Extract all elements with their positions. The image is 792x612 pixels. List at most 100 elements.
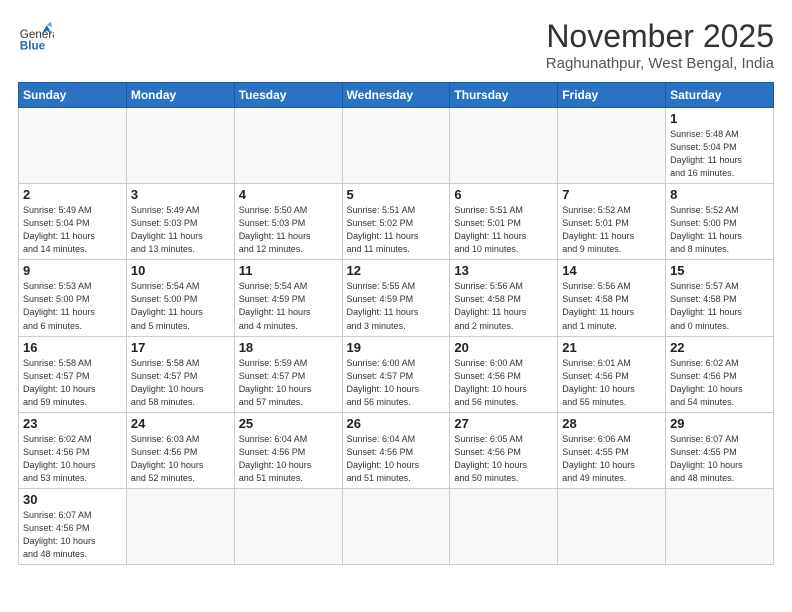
day-info: Sunrise: 5:55 AM Sunset: 4:59 PM Dayligh… (347, 280, 446, 332)
calendar-cell: 9 Sunrise: 5:53 AM Sunset: 5:00 PM Daylig… (19, 260, 127, 336)
day-info: Sunrise: 6:00 AM Sunset: 4:57 PM Dayligh… (347, 357, 446, 409)
day-number: 16 (23, 340, 122, 355)
day-info: Sunrise: 6:05 AM Sunset: 4:56 PM Dayligh… (454, 433, 553, 485)
day-info: Sunrise: 5:52 AM Sunset: 5:00 PM Dayligh… (670, 204, 769, 256)
calendar-cell: 14 Sunrise: 5:56 AM Sunset: 4:58 PM Dayli… (558, 260, 666, 336)
calendar-cell: 1Sunrise: 5:48 AM Sunset: 5:04 PM Daylig… (666, 108, 774, 184)
title-block: November 2025 Raghunathpur, West Bengal,… (546, 18, 774, 72)
day-info: Sunrise: 5:56 AM Sunset: 4:58 PM Dayligh… (562, 280, 661, 332)
day-info: Sunrise: 5:56 AM Sunset: 4:58 PM Dayligh… (454, 280, 553, 332)
day-info: Sunrise: 5:52 AM Sunset: 5:01 PM Dayligh… (562, 204, 661, 256)
day-info: Sunrise: 5:59 AM Sunset: 4:57 PM Dayligh… (239, 357, 338, 409)
day-info: Sunrise: 5:58 AM Sunset: 4:57 PM Dayligh… (131, 357, 230, 409)
day-info: Sunrise: 6:06 AM Sunset: 4:55 PM Dayligh… (562, 433, 661, 485)
calendar-week-4: 23Sunrise: 6:02 AM Sunset: 4:56 PM Dayli… (19, 412, 774, 488)
day-number: 2 (23, 187, 122, 202)
logo: General Blue (18, 18, 54, 54)
calendar-cell: 15Sunrise: 5:57 AM Sunset: 4:58 PM Dayli… (666, 260, 774, 336)
calendar-cell: 24 Sunrise: 6:03 AM Sunset: 4:56 PM Dayli… (126, 412, 234, 488)
day-info: Sunrise: 5:58 AM Sunset: 4:57 PM Dayligh… (23, 357, 122, 409)
calendar-cell: 26Sunrise: 6:04 AM Sunset: 4:56 PM Dayli… (342, 412, 450, 488)
calendar-week-0: 1Sunrise: 5:48 AM Sunset: 5:04 PM Daylig… (19, 108, 774, 184)
day-number: 27 (454, 416, 553, 431)
day-info: Sunrise: 6:01 AM Sunset: 4:56 PM Dayligh… (562, 357, 661, 409)
day-info: Sunrise: 5:54 AM Sunset: 5:00 PM Dayligh… (131, 280, 230, 332)
calendar-cell (342, 488, 450, 564)
day-info: Sunrise: 5:50 AM Sunset: 5:03 PM Dayligh… (239, 204, 338, 256)
svg-text:Blue: Blue (20, 40, 46, 53)
day-info: Sunrise: 5:49 AM Sunset: 5:04 PM Dayligh… (23, 204, 122, 256)
day-number: 24 (131, 416, 230, 431)
day-info: Sunrise: 6:03 AM Sunset: 4:56 PM Dayligh… (131, 433, 230, 485)
day-info: Sunrise: 6:04 AM Sunset: 4:56 PM Dayligh… (347, 433, 446, 485)
day-number: 4 (239, 187, 338, 202)
day-number: 18 (239, 340, 338, 355)
calendar-cell: 28 Sunrise: 6:06 AM Sunset: 4:55 PM Dayli… (558, 412, 666, 488)
day-info: Sunrise: 6:04 AM Sunset: 4:56 PM Dayligh… (239, 433, 338, 485)
day-number: 19 (347, 340, 446, 355)
calendar-cell (234, 108, 342, 184)
day-number: 30 (23, 492, 122, 507)
calendar-cell: 7Sunrise: 5:52 AM Sunset: 5:01 PM Daylig… (558, 184, 666, 260)
month-year: November 2025 (546, 18, 774, 55)
calendar-cell: 11 Sunrise: 5:54 AM Sunset: 4:59 PM Dayli… (234, 260, 342, 336)
day-info: Sunrise: 6:02 AM Sunset: 4:56 PM Dayligh… (670, 357, 769, 409)
generalblue-logo-icon: General Blue (18, 18, 54, 54)
calendar-cell: 5 Sunrise: 5:51 AM Sunset: 5:02 PM Daylig… (342, 184, 450, 260)
day-number: 8 (670, 187, 769, 202)
day-number: 9 (23, 263, 122, 278)
calendar-cell: 25 Sunrise: 6:04 AM Sunset: 4:56 PM Dayli… (234, 412, 342, 488)
day-number: 29 (670, 416, 769, 431)
calendar-cell (126, 108, 234, 184)
day-number: 17 (131, 340, 230, 355)
calendar-cell: 8 Sunrise: 5:52 AM Sunset: 5:00 PM Daylig… (666, 184, 774, 260)
calendar-cell (558, 108, 666, 184)
day-info: Sunrise: 5:54 AM Sunset: 4:59 PM Dayligh… (239, 280, 338, 332)
day-number: 14 (562, 263, 661, 278)
day-info: Sunrise: 5:51 AM Sunset: 5:01 PM Dayligh… (454, 204, 553, 256)
calendar-cell: 22 Sunrise: 6:02 AM Sunset: 4:56 PM Dayli… (666, 336, 774, 412)
calendar-cell: 27 Sunrise: 6:05 AM Sunset: 4:56 PM Dayli… (450, 412, 558, 488)
weekday-header-tuesday: Tuesday (234, 83, 342, 108)
day-number: 5 (347, 187, 446, 202)
calendar-cell: 13Sunrise: 5:56 AM Sunset: 4:58 PM Dayli… (450, 260, 558, 336)
calendar-cell: 20Sunrise: 6:00 AM Sunset: 4:56 PM Dayli… (450, 336, 558, 412)
calendar-cell: 3 Sunrise: 5:49 AM Sunset: 5:03 PM Daylig… (126, 184, 234, 260)
day-info: Sunrise: 5:49 AM Sunset: 5:03 PM Dayligh… (131, 204, 230, 256)
calendar-week-3: 16 Sunrise: 5:58 AM Sunset: 4:57 PM Dayli… (19, 336, 774, 412)
calendar-cell: 19 Sunrise: 6:00 AM Sunset: 4:57 PM Dayli… (342, 336, 450, 412)
day-number: 25 (239, 416, 338, 431)
calendar-cell: 23Sunrise: 6:02 AM Sunset: 4:56 PM Dayli… (19, 412, 127, 488)
day-number: 20 (454, 340, 553, 355)
day-number: 15 (670, 263, 769, 278)
calendar-cell: 16 Sunrise: 5:58 AM Sunset: 4:57 PM Dayli… (19, 336, 127, 412)
calendar-cell: 29 Sunrise: 6:07 AM Sunset: 4:55 PM Dayli… (666, 412, 774, 488)
calendar-cell (558, 488, 666, 564)
day-number: 10 (131, 263, 230, 278)
weekday-header-friday: Friday (558, 83, 666, 108)
calendar-cell: 17 Sunrise: 5:58 AM Sunset: 4:57 PM Dayli… (126, 336, 234, 412)
weekday-header-sunday: Sunday (19, 83, 127, 108)
day-info: Sunrise: 5:53 AM Sunset: 5:00 PM Dayligh… (23, 280, 122, 332)
weekday-header-thursday: Thursday (450, 83, 558, 108)
weekday-header-row: SundayMondayTuesdayWednesdayThursdayFrid… (19, 83, 774, 108)
calendar-cell (450, 108, 558, 184)
calendar-week-1: 2 Sunrise: 5:49 AM Sunset: 5:04 PM Daylig… (19, 184, 774, 260)
day-number: 28 (562, 416, 661, 431)
day-number: 11 (239, 263, 338, 278)
weekday-header-saturday: Saturday (666, 83, 774, 108)
day-info: Sunrise: 6:07 AM Sunset: 4:56 PM Dayligh… (23, 509, 122, 561)
header: General Blue November 2025 Raghunathpur,… (18, 18, 774, 72)
day-number: 3 (131, 187, 230, 202)
day-number: 23 (23, 416, 122, 431)
day-info: Sunrise: 5:51 AM Sunset: 5:02 PM Dayligh… (347, 204, 446, 256)
calendar-cell (234, 488, 342, 564)
day-info: Sunrise: 6:07 AM Sunset: 4:55 PM Dayligh… (670, 433, 769, 485)
calendar-cell (450, 488, 558, 564)
calendar-cell: 18 Sunrise: 5:59 AM Sunset: 4:57 PM Dayli… (234, 336, 342, 412)
day-number: 22 (670, 340, 769, 355)
calendar-cell: 10 Sunrise: 5:54 AM Sunset: 5:00 PM Dayli… (126, 260, 234, 336)
calendar-cell: 2 Sunrise: 5:49 AM Sunset: 5:04 PM Daylig… (19, 184, 127, 260)
calendar-table: SundayMondayTuesdayWednesdayThursdayFrid… (18, 82, 774, 565)
calendar-week-2: 9 Sunrise: 5:53 AM Sunset: 5:00 PM Daylig… (19, 260, 774, 336)
